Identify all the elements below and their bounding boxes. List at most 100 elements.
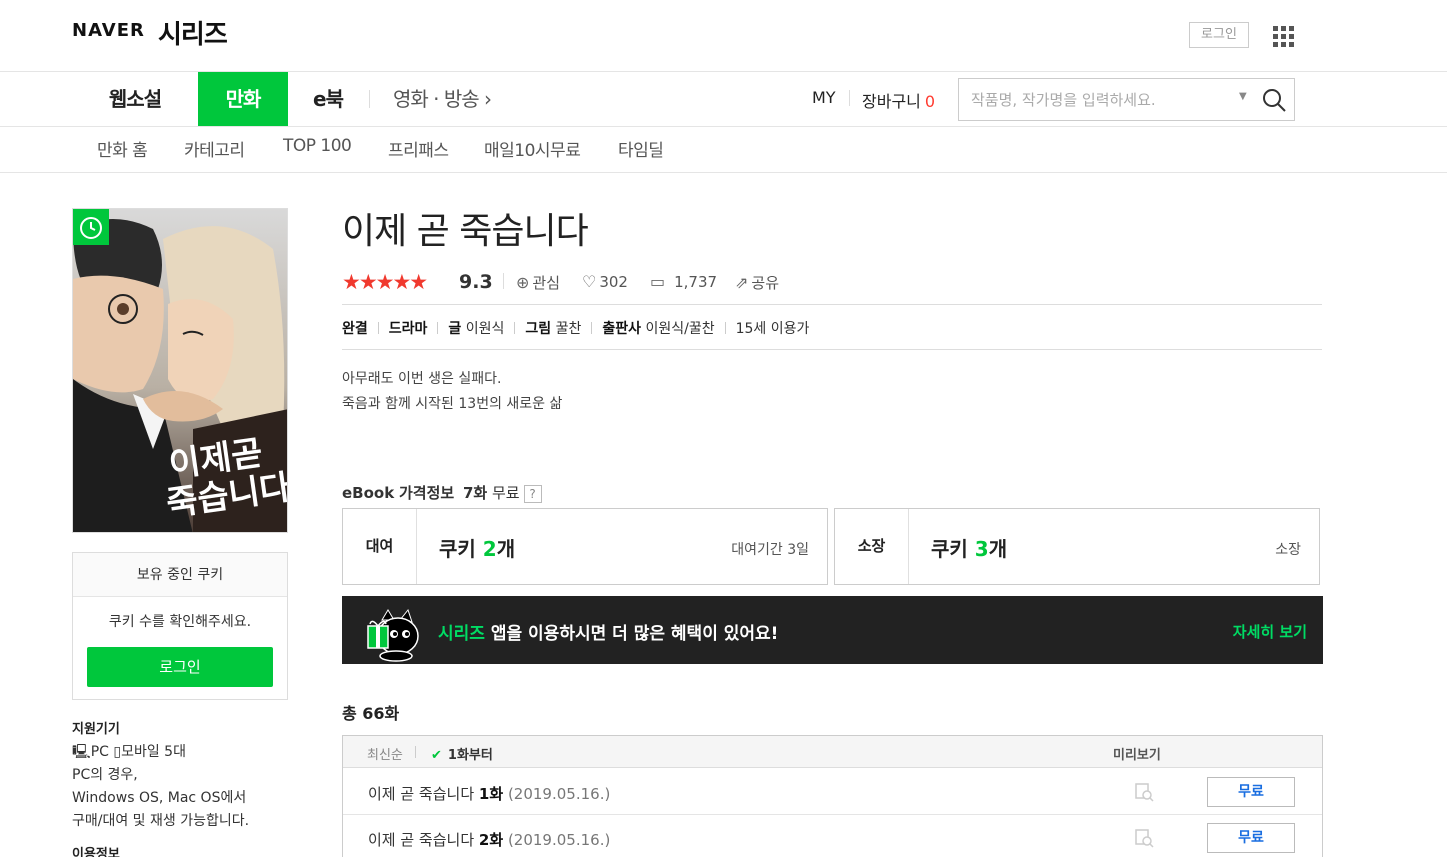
- device-note-1: PC의 경우,: [72, 767, 138, 783]
- own-sub-label: 소장: [1275, 542, 1301, 558]
- preview-column-header: 미리보기: [1113, 748, 1161, 763]
- writer[interactable]: 이원식: [466, 321, 505, 337]
- artist-label: 그림: [525, 321, 552, 337]
- supported-devices-info: 🖳PC ▯모바일 5대 PC의 경우, Windows OS, Mac OS에서…: [72, 741, 292, 833]
- sort-newest[interactable]: 최신순: [367, 744, 403, 763]
- artist[interactable]: 꿀찬: [556, 321, 582, 337]
- publisher: 이원식/꿀찬: [645, 321, 715, 337]
- search-dropdown-caret-icon[interactable]: ▼: [1239, 91, 1247, 102]
- age-rating: 15세 이용가: [735, 321, 810, 337]
- search-box: ▼: [958, 78, 1295, 121]
- comment-button[interactable]: ▭ 1,737: [650, 272, 717, 291]
- writer-label: 글: [448, 321, 462, 337]
- header-login-button[interactable]: 로그인: [1189, 22, 1249, 48]
- device-note-3: 구매/대여 및 재생 가능합니다.: [72, 813, 250, 829]
- sort-from-first[interactable]: ✔ 1화부터: [431, 744, 493, 763]
- subnav-divider: [0, 172, 1447, 173]
- subnav-timedeal[interactable]: 타임딜: [618, 136, 664, 161]
- rent-option[interactable]: 대여 쿠키 2개 대여기간 3일: [342, 508, 828, 585]
- free-label: 무료: [492, 484, 520, 502]
- free-button[interactable]: 무료: [1207, 823, 1295, 853]
- banner-more-link[interactable]: 자세히 보기: [1233, 621, 1307, 642]
- rating-stars: ★★★★★: [342, 270, 428, 294]
- tab-ebook[interactable]: e북: [300, 72, 356, 126]
- usage-info-title: 이용정보: [72, 847, 120, 857]
- share-button[interactable]: ⇗ 공유: [735, 272, 779, 293]
- description-line-1: 아무래도 이번 생은 실패다.: [342, 371, 502, 387]
- interest-button[interactable]: ⊕ 관심: [516, 272, 560, 293]
- subnav-top100[interactable]: TOP 100: [283, 136, 352, 156]
- cart-link[interactable]: 장바구니 0: [862, 88, 935, 112]
- app-promo-banner[interactable]: 시리즈 앱을 이용하시면 더 많은 혜택이 있어요! 자세히 보기: [342, 596, 1323, 664]
- own-price: 쿠키 3개: [931, 537, 1008, 561]
- search-input[interactable]: [971, 79, 1231, 120]
- pc-icon: 🖳: [72, 744, 91, 760]
- free-episode-count: 7화: [462, 484, 488, 502]
- ebook-label: eBook: [342, 484, 395, 502]
- my-separator: [849, 90, 850, 106]
- banner-message: 시리즈 앱을 이용하시면 더 많은 혜택이 있어요!: [438, 624, 779, 644]
- like-button[interactable]: ♡ 302: [582, 272, 628, 291]
- tab-manga[interactable]: 만화: [198, 72, 288, 126]
- meta-separator: [503, 273, 504, 289]
- cookie-panel-title: 보유 중인 쿠키: [73, 553, 287, 597]
- cookie-panel: 보유 중인 쿠키 쿠키 수를 확인해주세요. 로그인: [72, 552, 288, 700]
- publisher-label: 출판사: [602, 321, 642, 337]
- preview-icon[interactable]: [1133, 781, 1155, 803]
- free-button[interactable]: 무료: [1207, 777, 1295, 807]
- subnav-daily-free[interactable]: 매일10시무료: [484, 136, 581, 161]
- own-option[interactable]: 소장 쿠키 3개 소장: [834, 508, 1320, 585]
- mobile-icon: ▯: [113, 744, 122, 760]
- episode-list-header: 최신순 ✔ 1화부터 미리보기: [343, 736, 1322, 768]
- rating-score: 9.3: [459, 271, 493, 293]
- table-row: 이제 곧 죽습니다 2화 (2019.05.16.) 무료: [343, 815, 1322, 857]
- cart-count: 0: [924, 92, 936, 111]
- supported-devices-title: 지원기기: [72, 722, 120, 737]
- app-grid-icon[interactable]: [1273, 26, 1294, 47]
- interest-label: 관심: [532, 274, 561, 292]
- genre[interactable]: 드라마: [389, 321, 428, 337]
- work-title: 이제 곧 죽습니다: [342, 211, 589, 252]
- tab-webnovel[interactable]: 웹소설: [90, 72, 180, 126]
- check-icon: ✔: [431, 748, 442, 763]
- cover-image[interactable]: 이제곧 죽습니다: [72, 208, 288, 533]
- price-info-label: 가격정보: [398, 484, 455, 502]
- mainnav-divider: [0, 126, 1447, 127]
- share-label: 공유: [751, 274, 780, 292]
- work-description: 아무래도 이번 생은 실패다. 죽음과 함께 시작된 13번의 새로운 삶: [342, 367, 562, 417]
- preview-icon[interactable]: [1133, 827, 1155, 849]
- pc-label: PC: [90, 744, 109, 760]
- share-icon: ⇗: [735, 273, 749, 292]
- rent-price: 쿠키 2개: [439, 537, 516, 561]
- info-divider-bottom: [342, 349, 1322, 350]
- cookie-login-button[interactable]: 로그인: [87, 647, 273, 687]
- plus-circle-icon: ⊕: [516, 273, 530, 292]
- search-icon[interactable]: [1261, 87, 1287, 113]
- my-link[interactable]: MY: [812, 88, 836, 107]
- description-line-2: 죽음과 함께 시작된 13번의 새로운 삶: [342, 396, 563, 412]
- cart-label: 장바구니: [862, 92, 921, 111]
- subnav-category[interactable]: 카테고리: [184, 136, 245, 161]
- own-label: 소장: [835, 509, 909, 584]
- sort-separator: [415, 746, 416, 758]
- rent-period: 대여기간 3일: [731, 542, 809, 558]
- naver-logo[interactable]: NAVER: [72, 20, 145, 41]
- comment-icon: ▭: [650, 272, 666, 291]
- status: 완결: [342, 321, 368, 337]
- tab-movie-broadcast[interactable]: 영화 · 방송 ›: [393, 72, 492, 126]
- heart-icon: ♡: [582, 272, 597, 291]
- ebook-price-header: eBook 가격정보 7화 무료?: [342, 482, 542, 503]
- table-row: 이제 곧 죽습니다 1화 (2019.05.16.) 무료: [343, 769, 1322, 815]
- episode-title[interactable]: 이제 곧 죽습니다 1화 (2019.05.16.): [368, 783, 610, 804]
- series-logo[interactable]: 시리즈: [158, 14, 228, 51]
- subnav-manga-home[interactable]: 만화 홈: [97, 136, 148, 161]
- help-icon[interactable]: ?: [523, 485, 542, 503]
- subnav-freepass[interactable]: 프리패스: [388, 136, 449, 161]
- nav-separator: [369, 90, 370, 108]
- mobile-label: 모바일 5대: [121, 744, 186, 760]
- work-info-row: 완결 드라마 글 이원식 그림 꿀찬 출판사 이원식/꿀찬 15세 이용가: [342, 318, 809, 338]
- episode-title[interactable]: 이제 곧 죽습니다 2화 (2019.05.16.): [368, 829, 610, 850]
- episode-total: 총 66화: [342, 704, 400, 723]
- like-count: 302: [599, 273, 628, 291]
- device-note-2: Windows OS, Mac OS에서: [72, 790, 247, 806]
